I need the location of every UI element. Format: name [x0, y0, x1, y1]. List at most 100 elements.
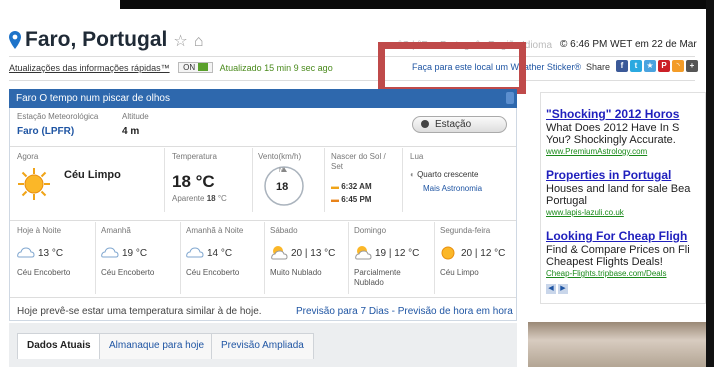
forecast-summary: Hoje prevê-se estar uma temperatura simi…	[17, 306, 262, 317]
bookmark-star-icon[interactable]: ★	[644, 60, 656, 72]
station-button-label: Estação	[435, 119, 472, 130]
ad-url-link[interactable]: www.lapis-lazuli.co.uk	[546, 208, 624, 217]
divider	[10, 146, 516, 147]
forecast-temp: 20 | 12 °C	[461, 248, 506, 259]
updates-label[interactable]: Atualizações das informações rápidas™	[9, 63, 170, 73]
toggle-label: ON	[183, 63, 196, 72]
forecast-day: Amanhã	[101, 226, 131, 235]
apparent-value: 18	[206, 194, 216, 203]
highlight-box	[378, 42, 526, 94]
forecast-condition: Céu Encoberto	[186, 268, 240, 277]
share-label: Share	[586, 62, 611, 72]
partly-cloudy-icon	[354, 245, 372, 266]
ad-body-text: Find & Compare Prices on Fli	[546, 244, 690, 256]
forecast-temp: 19 | 12 °C	[375, 248, 420, 259]
forecast-day: Sábado	[270, 226, 298, 235]
ad-body-text: Houses and land for sale Bea	[546, 183, 691, 195]
sun-icon	[17, 167, 51, 206]
cloud-icon	[101, 245, 119, 264]
more-share-icon[interactable]: +	[686, 60, 698, 72]
forecast-day: Domingo	[354, 226, 387, 235]
updated-status: Atualizado 15 min 9 sec ago	[219, 63, 333, 73]
ad-body-text: Portugal	[546, 195, 587, 207]
ad-title-link[interactable]: "Shocking" 2012 Horos	[546, 107, 679, 121]
forecast-temp: 20 | 13 °C	[291, 248, 336, 259]
sun-label: Nascer do Sol / Set	[331, 152, 386, 171]
sunset-time: 6:45 PM	[341, 195, 372, 204]
forecast-day: Segunda-feira	[440, 226, 491, 235]
current-temperature: 18 °C	[172, 172, 215, 191]
current-condition: Céu Limpo	[64, 169, 121, 181]
divider	[434, 222, 435, 294]
ad-next-icon[interactable]: ▶	[558, 284, 568, 294]
updates-bar: Atualizações das informações rápidas™ ON…	[9, 62, 333, 73]
station-button[interactable]: Estação	[412, 116, 507, 133]
sunrise-time: 6:32 AM	[341, 182, 372, 191]
facebook-icon[interactable]: f	[616, 60, 628, 72]
location-pin-icon	[9, 31, 21, 55]
forecast-temp: 19 °C	[122, 248, 148, 259]
temperature-label: Temperatura	[172, 152, 217, 161]
language-link[interactable]: Idioma	[522, 40, 552, 51]
forecast-condition: Parcialmente Nublado	[354, 268, 401, 287]
collapse-icon[interactable]	[506, 92, 514, 104]
divider	[348, 222, 349, 294]
forecast-day: Hoje à Noite	[17, 226, 62, 235]
tab-extended-forecast[interactable]: Previsão Ampliada	[211, 333, 314, 359]
moon-phase: ◐ Quarto crescente	[410, 170, 478, 179]
top-bar	[120, 0, 714, 9]
apparent-temperature: Aparente 18 °C	[172, 194, 227, 203]
station-icon	[421, 120, 429, 128]
ad-title-link[interactable]: Properties in Portugal	[546, 168, 671, 182]
window-edge	[706, 0, 714, 367]
forecast-condition: Céu Encoberto	[17, 268, 71, 277]
forecast-condition: Céu Encoberto	[101, 268, 155, 277]
ad-body-text: What Does 2012 Have In S	[546, 122, 680, 134]
ad-body-text: You? Shockingly Accurate.	[546, 134, 676, 146]
updates-toggle[interactable]: ON	[178, 62, 214, 73]
ad-title-link[interactable]: Looking For Cheap Fligh	[546, 229, 687, 243]
twitter-icon[interactable]: t	[630, 60, 642, 72]
divider	[180, 222, 181, 294]
rss-icon[interactable]: ◝	[672, 60, 684, 72]
pinterest-icon[interactable]: P	[658, 60, 670, 72]
divider	[9, 80, 695, 81]
tab-current-data[interactable]: Dados Atuais	[17, 333, 101, 359]
ad-url-link[interactable]: www.PremiumAstrology.com	[546, 147, 647, 156]
forecast-temp: 14 °C	[207, 248, 233, 259]
wind-label: Vento(km/h)	[258, 152, 302, 161]
astronomy-link[interactable]: Mais Astronomia	[423, 184, 482, 193]
forecast-day: Amanhã à Noite	[186, 226, 244, 235]
divider	[9, 56, 695, 57]
moon-icon: ◐	[410, 170, 415, 179]
sun-icon	[440, 245, 456, 266]
sunrise-icon: ▬	[331, 182, 339, 191]
station-link[interactable]: Faro (LPFR)	[17, 126, 74, 137]
apparent-unit: °C	[217, 194, 227, 203]
favorite-star-icon[interactable]: ☆	[173, 33, 187, 50]
sunset: ▬ 6:45 PM	[331, 195, 371, 204]
cloud-icon	[17, 245, 35, 264]
forecast-condition: Muito Nublado	[270, 268, 322, 277]
divider	[324, 148, 325, 212]
ad-image	[528, 322, 706, 367]
home-icon[interactable]: ⌂	[194, 33, 204, 50]
panel-header: Faro O tempo num piscar de olhos	[9, 89, 517, 108]
divider	[164, 148, 165, 212]
divider	[10, 297, 516, 298]
forecast-links[interactable]: Previsão para 7 Dias - Previsão de hora …	[296, 306, 513, 317]
divider	[402, 148, 403, 212]
tab-almanac[interactable]: Almanaque para hoje	[99, 333, 215, 359]
apparent-label: Aparente	[172, 194, 205, 203]
page-title: Faro, Portugal ☆ ⌂	[9, 28, 203, 55]
cloud-icon	[186, 245, 204, 264]
toggle-switch-icon	[198, 63, 209, 71]
altitude-label: Altitude	[122, 112, 149, 121]
local-datetime: © 6:46 PM WET em 22 de Mar	[560, 39, 697, 50]
sunset-icon: ▬	[331, 195, 339, 204]
moon-label: Lua	[410, 152, 424, 161]
forecast-temp: 13 °C	[38, 248, 64, 259]
ad-prev-icon[interactable]: ◀	[546, 284, 556, 294]
ad-body-text: Cheapest Flights Deals!	[546, 256, 663, 268]
ad-url-link[interactable]: Cheap-Flights.tripbase.com/Deals	[546, 269, 667, 278]
